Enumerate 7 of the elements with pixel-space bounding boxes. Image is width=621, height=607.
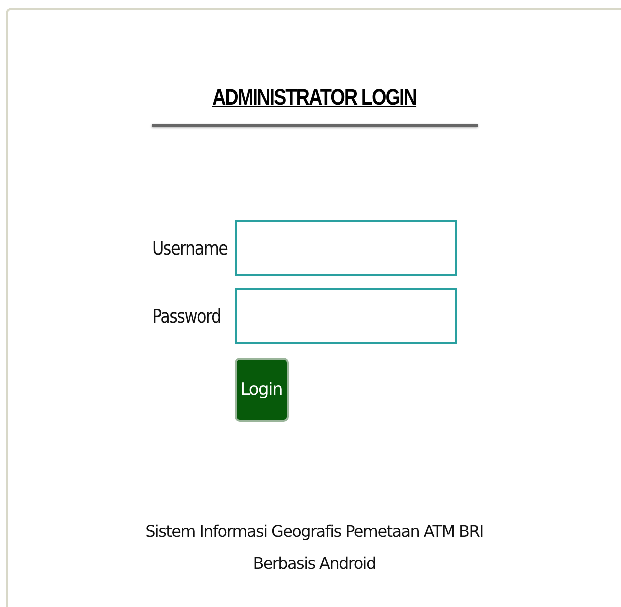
field-label: Username xyxy=(152,236,229,260)
input-field[interactable] xyxy=(234,220,456,276)
footer-text: Sistem Informasi Geografis Pemetaan ATM BRI Berbasis Android xyxy=(146,521,484,575)
input-field[interactable] xyxy=(234,288,456,344)
login-button[interactable]: Login xyxy=(234,358,288,422)
page-title: ADMINISTRATOR LOGIN xyxy=(212,86,417,112)
field-label: Password xyxy=(152,304,222,328)
